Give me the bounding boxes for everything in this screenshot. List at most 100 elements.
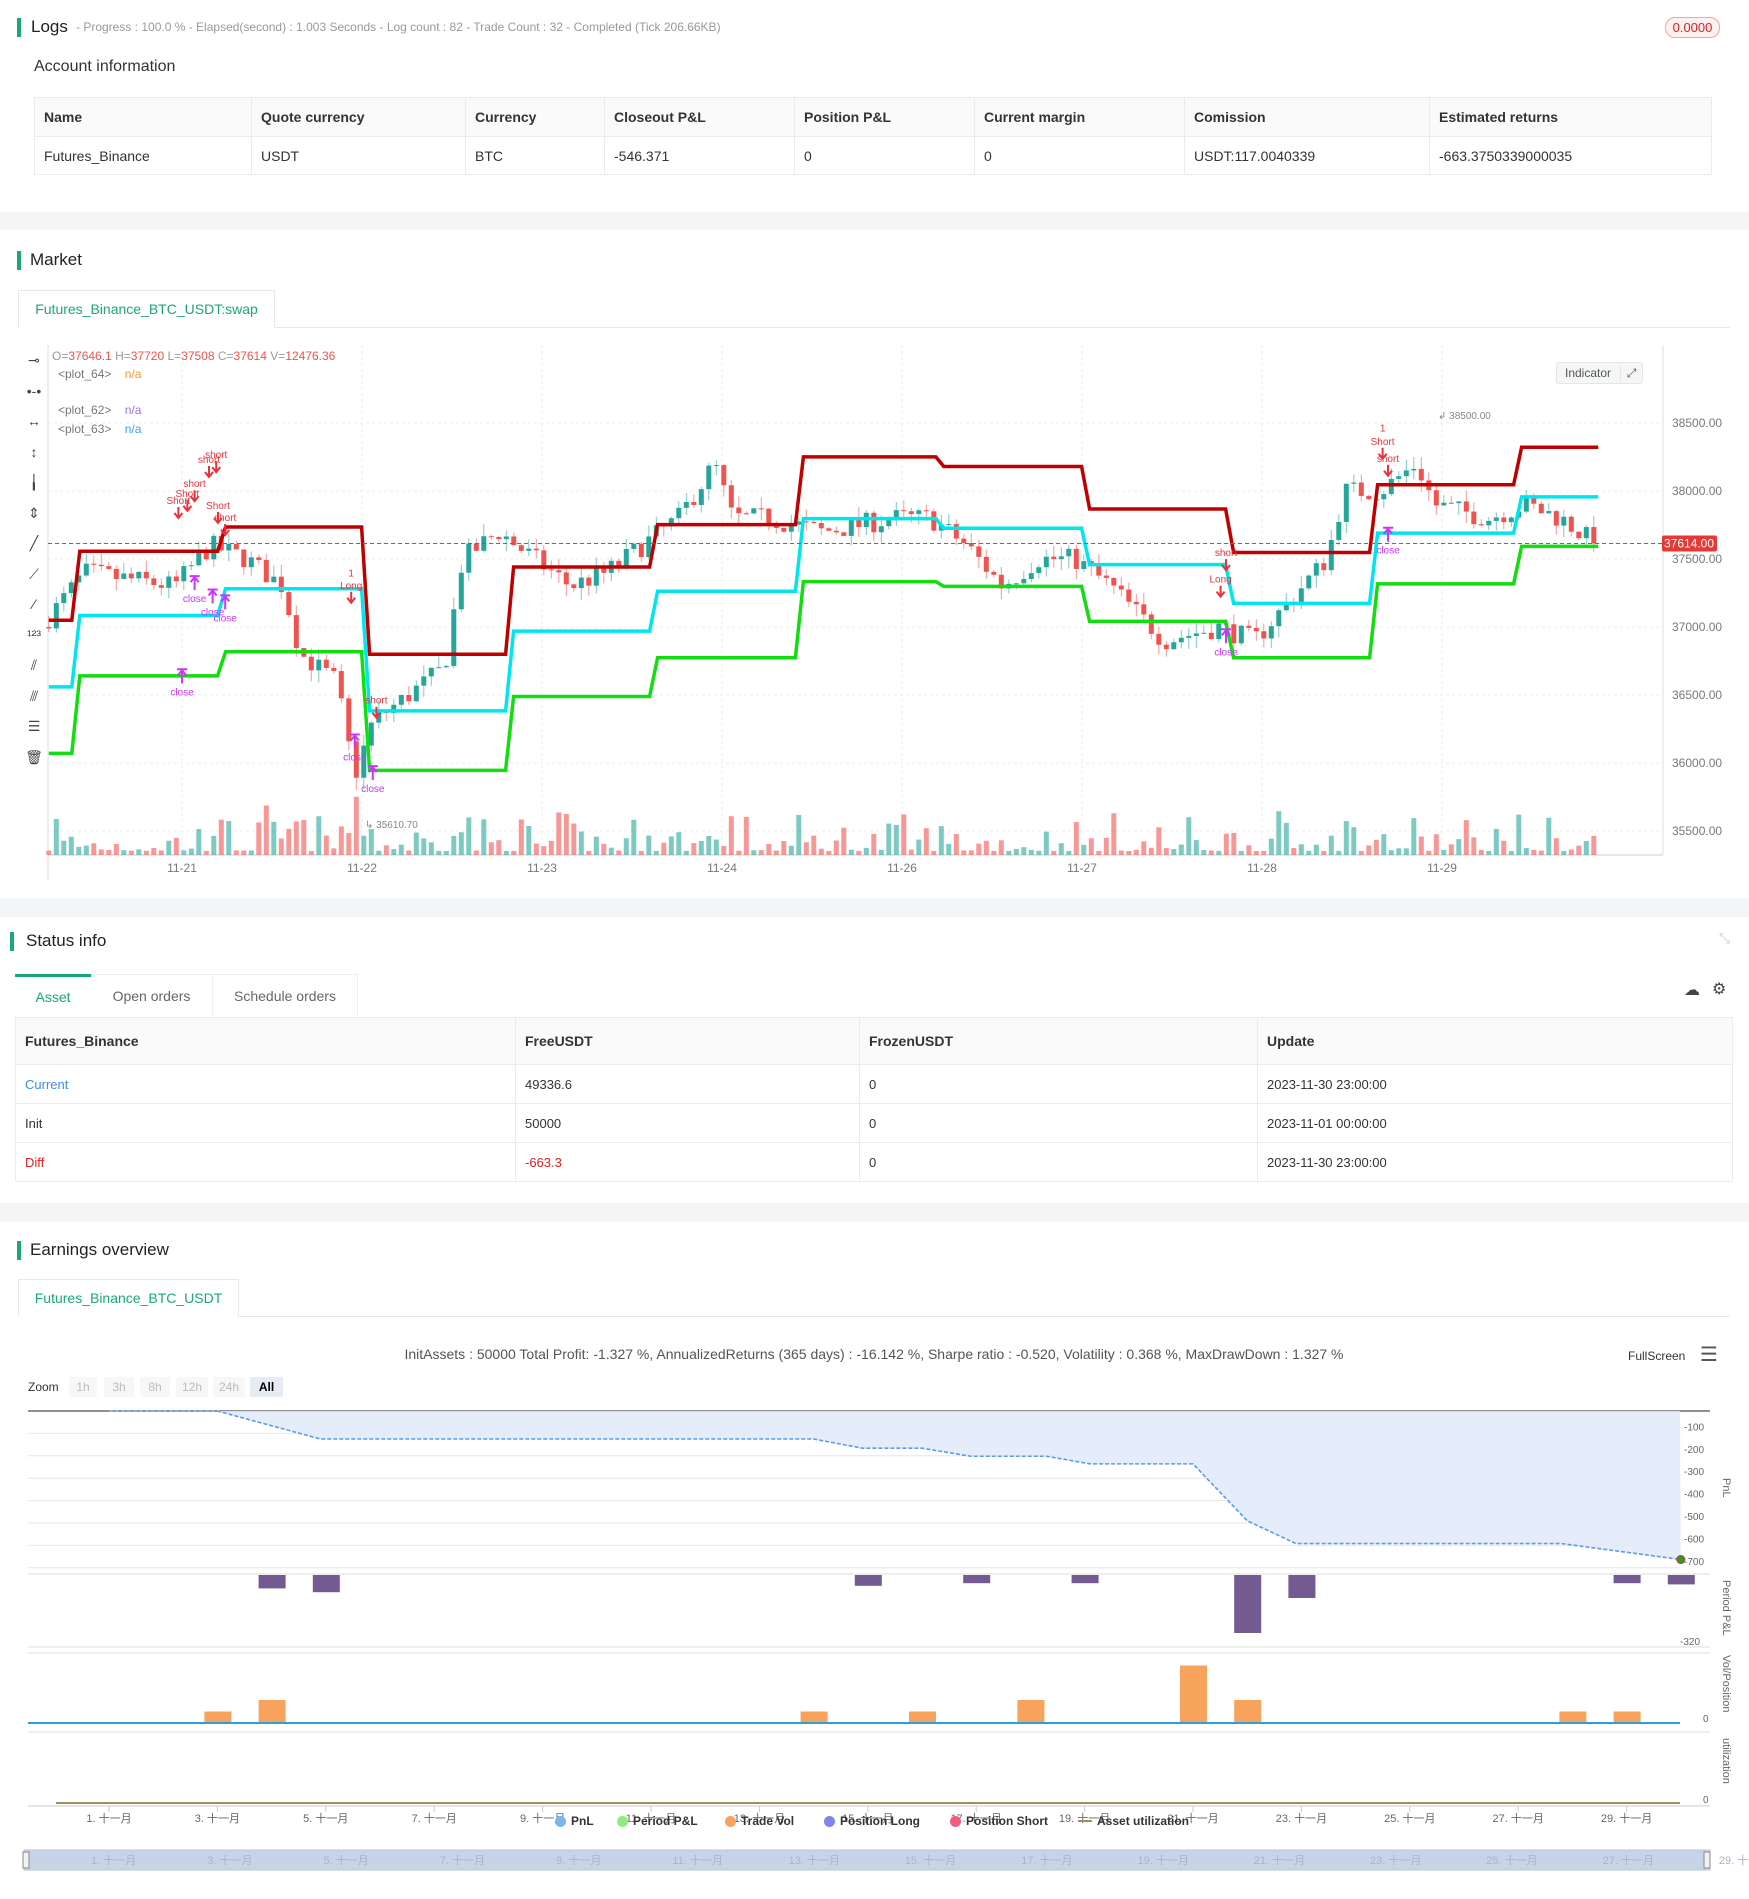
candle: [1193, 633, 1199, 636]
volume-bar: [481, 819, 487, 855]
candle: [256, 557, 262, 560]
tab-asset[interactable]: Asset: [15, 974, 91, 1017]
candle: [241, 549, 247, 568]
expand-icon[interactable]: ⤢: [1620, 365, 1642, 381]
plot-legend-64: <plot_64> n/a: [58, 367, 141, 381]
volume-bar: [706, 835, 712, 855]
volume-bar: [196, 829, 202, 855]
navigator-label: 29. 十一月: [1719, 1853, 1749, 1867]
volume-bar: [263, 805, 269, 855]
zoom-8h-button[interactable]: 8h: [140, 1377, 170, 1397]
account-header-row: Name Quote currency Currency Closeout P&…: [34, 97, 1712, 137]
tab-market-symbol[interactable]: Futures_Binance_BTC_USDT:swap: [18, 290, 275, 328]
candle: [1561, 516, 1567, 526]
navigator-label: 19. 十一月: [1137, 1853, 1188, 1867]
volume-bar: [1328, 835, 1334, 855]
volume-bar: [638, 850, 644, 855]
volume-bar: [533, 843, 539, 855]
legend-item[interactable]: PnL: [555, 1814, 594, 1828]
volume-bar: [593, 836, 599, 855]
volume-bar: [413, 832, 419, 855]
legend-item[interactable]: Position Long: [824, 1814, 920, 1828]
volume-bar: [563, 813, 569, 855]
legend-item[interactable]: Trade Vol: [725, 1814, 794, 1828]
tab-schedule-orders[interactable]: Schedule orders: [212, 974, 358, 1017]
tab-earnings-symbol[interactable]: Futures_Binance_BTC_USDT: [18, 1279, 239, 1317]
settings-gear-icon[interactable]: ⚙: [1712, 979, 1726, 999]
trade-signal-label: short: [214, 513, 236, 524]
candle: [1343, 483, 1349, 522]
volume-bar: [1441, 849, 1447, 855]
navigator-range[interactable]: [23, 1849, 1711, 1871]
candle: [1591, 527, 1597, 544]
candle: [136, 571, 142, 579]
candle: [728, 485, 734, 508]
legend-marker-icon: [555, 1815, 566, 1827]
tab-open-orders[interactable]: Open orders: [91, 974, 212, 1017]
legend-item[interactable]: Period P&L: [617, 1814, 698, 1828]
candlestick-chart[interactable]: 38500.00 38000.00 37500.00 37000.00 36500.00…: [0, 340, 1749, 900]
volume-bar: [1471, 837, 1477, 855]
menu-icon[interactable]: ☰: [1700, 1342, 1718, 1367]
navigator-handle-right[interactable]: [1703, 1851, 1711, 1869]
trade-vol-bar: [1234, 1700, 1262, 1723]
volume-bar: [46, 850, 52, 855]
zoom-24h-button[interactable]: 24h: [213, 1377, 245, 1397]
volume-bar: [53, 818, 59, 855]
collapse-icon[interactable]: ⤡: [1719, 930, 1730, 947]
candle: [548, 569, 554, 571]
indicator-button[interactable]: Indicator ⤢: [1556, 362, 1643, 384]
price-tick-label: 38500.00: [1672, 416, 1722, 430]
zoom-3h-button[interactable]: 3h: [104, 1377, 134, 1397]
candle: [61, 593, 67, 604]
volume-bar: [788, 845, 794, 855]
candle: [128, 573, 134, 579]
fullscreen-button[interactable]: FullScreen: [1628, 1349, 1685, 1363]
zoom-all-button[interactable]: All: [250, 1377, 283, 1397]
candle: [308, 656, 314, 671]
earnings-stats: InitAssets : 50000 Total Profit: -1.327 …: [404, 1346, 1344, 1362]
navigator-handle-left[interactable]: [22, 1851, 30, 1869]
volume-bar: [923, 828, 929, 855]
volume-bar: [1261, 850, 1267, 855]
col-header: FreeUSDT: [515, 1017, 860, 1065]
zoom-1h-button[interactable]: 1h: [69, 1377, 97, 1397]
x-tick-label: 25. 十一月: [1384, 1811, 1435, 1825]
plot-legend-62: <plot_62> n/a: [58, 403, 141, 417]
candle: [1111, 577, 1117, 586]
legend-item[interactable]: Position Short: [950, 1814, 1048, 1828]
volume-bar: [1081, 844, 1087, 855]
trade-signal-label: short: [365, 696, 387, 707]
volume-bar: [218, 819, 224, 855]
candle: [1523, 496, 1529, 512]
volume-bar: [308, 850, 314, 855]
candle: [1148, 614, 1154, 634]
indicator-label: Indicator: [1565, 366, 1612, 380]
row-label-current[interactable]: Current: [15, 1064, 516, 1104]
candle: [143, 571, 149, 579]
volume-bar: [1103, 837, 1109, 855]
candle: [1478, 524, 1484, 526]
candle: [488, 536, 494, 538]
trade-signal-label: Short: [166, 496, 190, 507]
volume-bar: [91, 843, 97, 855]
candle: [886, 520, 892, 527]
candle: [1081, 561, 1087, 569]
candle: [428, 667, 434, 677]
cloud-download-icon[interactable]: ☁: [1684, 980, 1700, 1000]
zoom-12h-button[interactable]: 12h: [176, 1377, 208, 1397]
volume-bar: [968, 850, 974, 855]
navigator-label: 27. 十一月: [1603, 1853, 1654, 1867]
volume-bar: [773, 850, 779, 855]
candle: [961, 538, 967, 543]
volume-bar: [886, 823, 892, 855]
legend-item[interactable]: Asset utilization: [1078, 1814, 1189, 1828]
candle: [758, 508, 764, 510]
volume-bar: [301, 819, 307, 855]
cell: -663.3750339000035: [1429, 136, 1712, 175]
candle: [1448, 502, 1454, 504]
cell: 0: [794, 136, 975, 175]
volume-bar: [248, 850, 254, 855]
volume-bar: [841, 827, 847, 855]
table-row: Diff -663.3 0 2023-11-30 23:00:00: [15, 1142, 1733, 1182]
